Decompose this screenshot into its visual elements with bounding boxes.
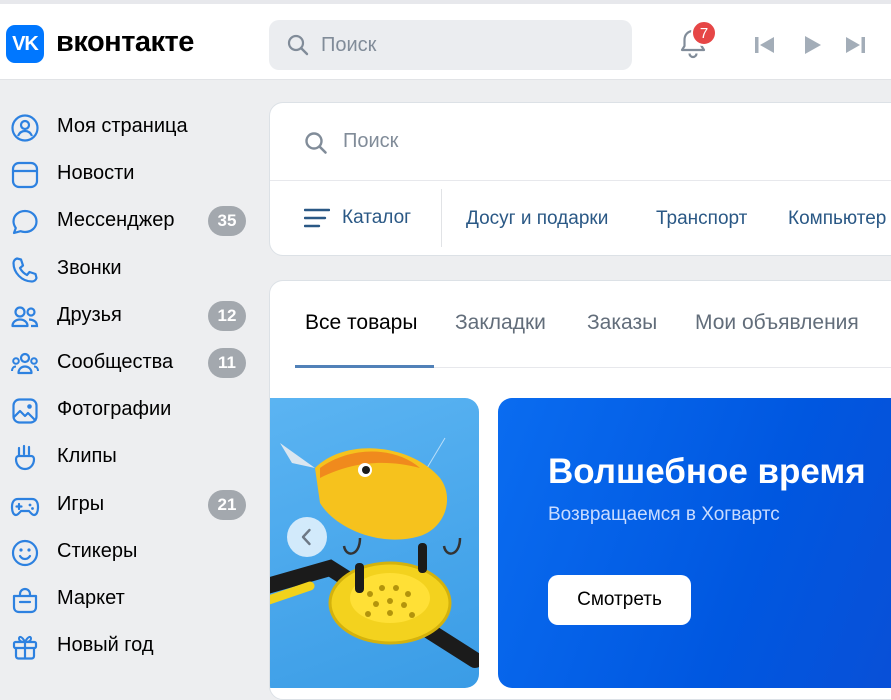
search-icon xyxy=(287,34,309,56)
newsfeed-icon xyxy=(11,162,39,189)
smile-icon xyxy=(11,539,39,566)
category-link-computers[interactable]: Компьютер xyxy=(788,208,886,230)
sidebar-item-clips[interactable]: Клипы xyxy=(0,434,268,481)
sidebar-item-communities[interactable]: Сообщества 11 xyxy=(0,340,268,387)
sidebar-item-label: Фотографии xyxy=(57,398,172,421)
user-circle-icon xyxy=(11,114,39,142)
brand-name[interactable]: вконтакте xyxy=(56,26,194,59)
category-link-transport[interactable]: Транспорт xyxy=(656,208,747,230)
phone-icon xyxy=(12,256,38,283)
sidebar-item-calls[interactable]: Звонки xyxy=(0,246,268,293)
previous-track-icon[interactable] xyxy=(752,32,778,58)
gamepad-icon xyxy=(10,497,40,516)
market-content-card: Все товары Закладки Заказы Мои объявлени… xyxy=(269,280,891,700)
market-search-input[interactable] xyxy=(343,103,743,179)
sidebar-item-label: Сообщества xyxy=(57,350,174,373)
left-sidebar: Моя страница Новости Мессенджер 35 Звонк… xyxy=(0,104,268,670)
sidebar-item-label: Маркет xyxy=(57,586,125,609)
friends-counter-badge: 12 xyxy=(208,300,246,331)
divider xyxy=(441,189,442,247)
promo-banner-magic-time[interactable]: Волшебное время Возвращаемся в Хогвартс … xyxy=(498,398,891,688)
header-search-input[interactable] xyxy=(321,20,611,70)
sidebar-item-stickers[interactable]: Стикеры xyxy=(0,529,268,576)
sidebar-item-label: Друзья xyxy=(57,303,122,326)
carousel-prev-button[interactable] xyxy=(287,517,327,557)
photo-icon xyxy=(12,398,38,424)
chevron-left-icon xyxy=(301,528,311,546)
menu-icon[interactable] xyxy=(304,207,330,229)
sidebar-item-label: Моя страница xyxy=(57,115,188,137)
sidebar-item-label: Игры xyxy=(57,492,105,515)
message-icon xyxy=(12,210,38,235)
catalog-button[interactable]: Каталог xyxy=(342,207,411,229)
sidebar-item-label: Клипы xyxy=(57,445,117,468)
next-track-icon[interactable] xyxy=(842,32,868,58)
sidebar-item-label: Стикеры xyxy=(57,539,138,562)
vk-logo-icon[interactable]: VK xyxy=(6,25,44,63)
search-icon xyxy=(305,132,327,154)
notification-badge: 7 xyxy=(691,20,717,46)
tab-orders[interactable]: Заказы xyxy=(587,311,657,335)
sidebar-item-messenger[interactable]: Мессенджер 35 xyxy=(0,198,268,245)
tab-bookmarks[interactable]: Закладки xyxy=(455,311,546,335)
divider xyxy=(270,180,891,181)
tab-all-products[interactable]: Все товары xyxy=(305,311,417,335)
sidebar-item-label: Новости xyxy=(57,162,135,185)
sidebar-item-photos[interactable]: Фотографии xyxy=(0,387,268,434)
market-search-card: Каталог Досуг и подарки Транспорт Компью… xyxy=(269,102,891,256)
banner-subtitle: Возвращаемся в Хогвартс xyxy=(548,504,780,525)
sidebar-item-label: Мессенджер xyxy=(57,209,175,232)
games-counter-badge: 21 xyxy=(208,489,246,520)
sidebar-item-market[interactable]: Маркет xyxy=(0,576,268,623)
bag-icon xyxy=(12,587,38,613)
sidebar-item-games[interactable]: Игры 21 xyxy=(0,482,268,529)
sidebar-item-my-page[interactable]: Моя страница xyxy=(0,104,268,151)
gift-icon xyxy=(12,636,38,660)
sidebar-item-label: Звонки xyxy=(57,256,122,279)
sidebar-item-new-year[interactable]: Новый год xyxy=(0,623,268,670)
clips-icon xyxy=(14,445,36,471)
messenger-counter-badge: 35 xyxy=(208,206,246,237)
watch-button[interactable]: Смотреть xyxy=(548,575,691,625)
communities-counter-badge: 11 xyxy=(208,347,246,378)
active-tab-indicator xyxy=(295,365,434,368)
top-bar: VK вконтакте 7 xyxy=(0,0,891,80)
sidebar-item-label: Новый год xyxy=(57,634,154,657)
sidebar-item-news[interactable]: Новости xyxy=(0,151,268,198)
header-search[interactable] xyxy=(269,20,632,70)
communities-icon xyxy=(11,352,39,375)
category-link-leisure-gifts[interactable]: Досуг и подарки xyxy=(466,208,608,230)
play-icon[interactable] xyxy=(799,32,825,58)
tab-my-listings[interactable]: Мои объявления xyxy=(695,311,859,335)
friends-icon xyxy=(11,306,39,327)
sidebar-item-friends[interactable]: Друзья 12 xyxy=(0,293,268,340)
banner-title: Волшебное время xyxy=(548,452,866,491)
